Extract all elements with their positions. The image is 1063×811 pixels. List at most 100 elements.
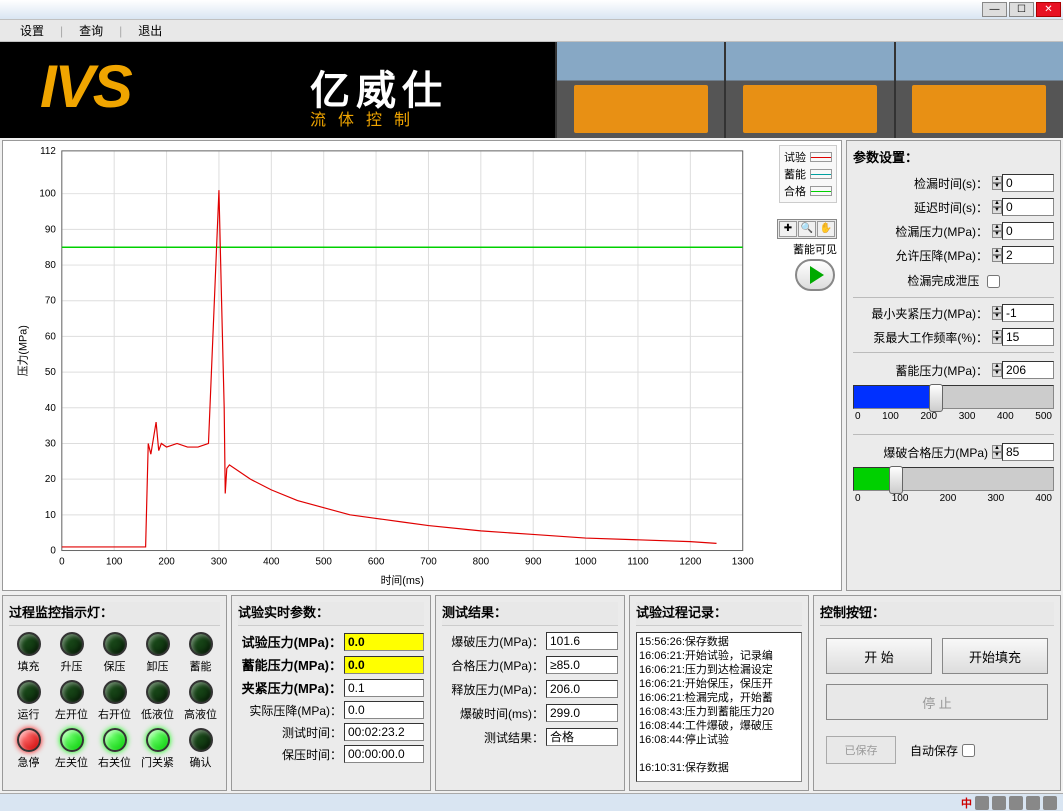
svg-text:600: 600 [368, 556, 385, 567]
svg-text:20: 20 [45, 474, 56, 485]
param1-0-input[interactable] [1002, 174, 1054, 192]
window-minimize[interactable]: — [982, 2, 1007, 17]
tool-zoom-icon[interactable]: 🔍 [798, 221, 816, 237]
param2-0-down[interactable]: ▼ [992, 313, 1002, 320]
param2-0-up[interactable]: ▲ [992, 306, 1002, 313]
rt-value: 0.1 [344, 679, 424, 697]
svg-text:50: 50 [45, 367, 56, 378]
params-title: 参数设置： [853, 147, 1054, 166]
svg-text:900: 900 [525, 556, 542, 567]
param1-3-up[interactable]: ▲ [992, 248, 1002, 255]
rt-value: 0.0 [344, 633, 424, 651]
menu-exit[interactable]: 退出 [126, 20, 174, 41]
param1-0-down[interactable]: ▼ [992, 183, 1002, 190]
leak-release-label: 检漏完成泄压 [907, 274, 979, 288]
led-低液位 [146, 680, 170, 704]
result-value: 299.0 [546, 704, 618, 722]
svg-text:80: 80 [45, 260, 56, 271]
logo-sub: 流体控制 [310, 106, 422, 130]
svg-text:60: 60 [45, 331, 56, 342]
menu-settings[interactable]: 设置 [8, 20, 56, 41]
burst-pass-pressure-slider[interactable] [853, 467, 1054, 491]
svg-text:1300: 1300 [732, 556, 754, 567]
chart-tools: ✚ 🔍 ✋ [777, 219, 837, 239]
tool-crosshair-icon[interactable]: ✚ [779, 221, 797, 237]
play-button[interactable] [795, 259, 835, 291]
control-panel: 控制按钮： 开 始 开始填充 停 止 已保存 自动保存 [813, 595, 1061, 791]
param2-0-input[interactable] [1002, 304, 1054, 322]
log-textbox[interactable]: 15:56:26:保存数据16:06:21:开始试验，记录编16:06:21:压… [636, 632, 802, 782]
svg-text:112: 112 [40, 146, 56, 157]
param2-1-up[interactable]: ▲ [992, 330, 1002, 337]
svg-text:200: 200 [158, 556, 175, 567]
led-运行 [17, 680, 41, 704]
menu-query[interactable]: 查询 [67, 20, 115, 41]
tray-icon[interactable] [975, 796, 989, 810]
svg-text:0: 0 [59, 556, 65, 567]
param1-1-down[interactable]: ▼ [992, 207, 1002, 214]
energy-pressure-slider[interactable] [853, 385, 1054, 409]
led-左关位 [60, 728, 84, 752]
start-button[interactable]: 开 始 [826, 638, 932, 674]
logo-ivs: IVS [40, 52, 131, 121]
led-急停 [17, 728, 41, 752]
lights-panel: 过程监控指示灯： 填充升压保压卸压蓄能运行左开位右开位低液位高液位急停左关位右关… [2, 595, 227, 791]
rt-value: 0.0 [344, 701, 424, 719]
rt-value: 0.0 [344, 656, 424, 674]
burst-pass-pressure-input[interactable] [1002, 443, 1054, 461]
realtime-panel: 试验实时参数： 试验压力(MPa)：0.0蓄能压力(MPa)：0.0夹紧压力(M… [231, 595, 431, 791]
svg-text:30: 30 [45, 438, 56, 449]
chart-area: 0100200300400500600700800900100011001200… [2, 140, 842, 591]
start-fill-button[interactable]: 开始填充 [942, 638, 1048, 674]
tray-icon[interactable] [1043, 796, 1057, 810]
autosave-label[interactable]: 自动保存 [910, 742, 975, 759]
param1-2-down[interactable]: ▼ [992, 231, 1002, 238]
svg-text:100: 100 [39, 189, 56, 200]
led-卸压 [146, 632, 170, 656]
autosave-checkbox[interactable] [962, 744, 975, 757]
header-photo-2 [724, 42, 893, 138]
tray-icon[interactable] [1026, 796, 1040, 810]
window-maximize[interactable]: ☐ [1009, 2, 1034, 17]
param2-1-input[interactable] [1002, 328, 1054, 346]
svg-text:400: 400 [263, 556, 280, 567]
tray-icon[interactable] [992, 796, 1006, 810]
param1-1-up[interactable]: ▲ [992, 200, 1002, 207]
svg-text:500: 500 [315, 556, 332, 567]
window-close[interactable]: ✕ [1036, 2, 1061, 17]
svg-text:700: 700 [420, 556, 437, 567]
param2-1-down[interactable]: ▼ [992, 337, 1002, 344]
result-value: 101.6 [546, 632, 618, 650]
led-高液位 [189, 680, 213, 704]
param1-3-down[interactable]: ▼ [992, 255, 1002, 262]
led-填充 [17, 632, 41, 656]
param1-1-input[interactable] [1002, 198, 1054, 216]
svg-text:时间(ms): 时间(ms) [381, 574, 424, 587]
svg-text:1200: 1200 [679, 556, 701, 567]
svg-text:1100: 1100 [627, 556, 649, 567]
header-banner: IVS 亿威仕 流体控制 [0, 42, 1063, 138]
rt-value: 00:00:00.0 [344, 745, 424, 763]
svg-text:800: 800 [473, 556, 490, 567]
svg-text:0: 0 [50, 545, 56, 556]
param1-2-input[interactable] [1002, 222, 1054, 240]
param1-2-up[interactable]: ▲ [992, 224, 1002, 231]
rt-value: 00:02:23.2 [344, 723, 424, 741]
param1-0-up[interactable]: ▲ [992, 176, 1002, 183]
result-value: ≥85.0 [546, 656, 618, 674]
results-panel: 测试结果： 爆破压力(MPa)：101.6合格压力(MPa)：≥85.0释放压力… [435, 595, 625, 791]
svg-text:10: 10 [45, 510, 56, 521]
result-value: 合格 [546, 728, 618, 746]
stop-button[interactable]: 停 止 [826, 684, 1048, 720]
led-左开位 [60, 680, 84, 704]
tray-icon[interactable] [1009, 796, 1023, 810]
led-升压 [60, 632, 84, 656]
energy-pressure-input[interactable] [1002, 361, 1054, 379]
svg-text:压力(MPa): 压力(MPa) [16, 325, 29, 376]
led-确认 [189, 728, 213, 752]
log-panel: 试验过程记录： 15:56:26:保存数据16:06:21:开始试验，记录编16… [629, 595, 809, 791]
leak-release-checkbox[interactable] [987, 275, 1000, 288]
svg-text:100: 100 [106, 556, 123, 567]
param1-3-input[interactable] [1002, 246, 1054, 264]
tool-hand-icon[interactable]: ✋ [817, 221, 835, 237]
